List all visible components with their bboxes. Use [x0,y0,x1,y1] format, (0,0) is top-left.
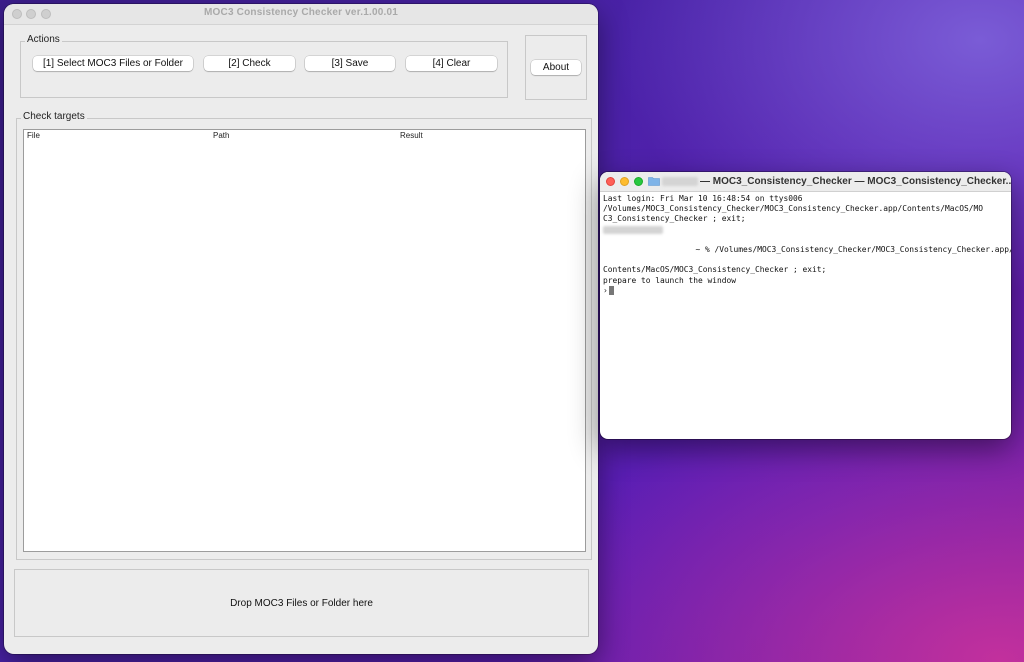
terminal-command: ~ % /Volumes/MOC3_Consistency_Checker/MO… [695,245,1011,255]
actions-group: Actions [1] Select MOC3 Files or Folder … [20,34,508,98]
terminal-zoom-button[interactable] [634,177,643,186]
column-header-path[interactable]: Path [213,131,229,140]
terminal-line: /Volumes/MOC3_Consistency_Checker/MOC3_C… [603,204,984,214]
terminal-close-button[interactable] [606,177,615,186]
terminal-line: Contents/MacOS/MOC3_Consistency_Checker … [603,265,827,275]
actions-group-label: Actions [25,34,62,45]
about-button[interactable]: About [531,60,581,75]
save-button[interactable]: [3] Save [305,56,395,71]
window-title: MOC3 Consistency Checker ver.1.00.01 [204,7,398,18]
terminal-prompt-line: ~ % /Volumes/MOC3_Consistency_Checker/MO… [603,225,1011,266]
terminal-window: — MOC3_Consistency_Checker — MOC3_Consis… [600,172,1011,439]
about-group: About [525,35,587,100]
terminal-titlebar[interactable]: — MOC3_Consistency_Checker — MOC3_Consis… [600,172,1011,192]
clear-button[interactable]: [4] Clear [406,56,497,71]
drop-zone-label: Drop MOC3 Files or Folder here [230,597,373,609]
terminal-line: Last login: Fri Mar 10 16:48:54 on ttys0… [603,194,803,203]
moc3-checker-window: MOC3 Consistency Checker ver.1.00.01 Act… [4,4,598,654]
text-cursor [608,285,614,295]
check-targets-table[interactable]: File Path Result [23,129,586,552]
folder-icon [648,177,660,186]
terminal-output[interactable]: Last login: Fri Mar 10 16:48:54 on ttys0… [603,194,1011,296]
terminal-prompt-char: › [603,285,608,295]
select-files-button[interactable]: [1] Select MOC3 Files or Folder [33,56,193,71]
terminal-title: — MOC3_Consistency_Checker — MOC3_Consis… [700,176,1011,187]
column-header-result[interactable]: Result [400,131,423,140]
drop-zone[interactable]: Drop MOC3 Files or Folder here [14,569,589,637]
check-targets-group-label: Check targets [21,111,87,122]
column-header-file[interactable]: File [27,131,40,140]
terminal-line: C3_Consistency_Checker ; exit; [603,214,746,224]
redacted-hostname [603,225,663,234]
redacted-username [662,177,698,186]
terminal-line: prepare to launch the window [603,275,737,285]
terminal-minimize-button[interactable] [620,177,629,186]
app-titlebar[interactable]: MOC3 Consistency Checker ver.1.00.01 [4,4,598,25]
check-button[interactable]: [2] Check [204,56,295,71]
terminal-cursor-line: › [603,285,1008,296]
